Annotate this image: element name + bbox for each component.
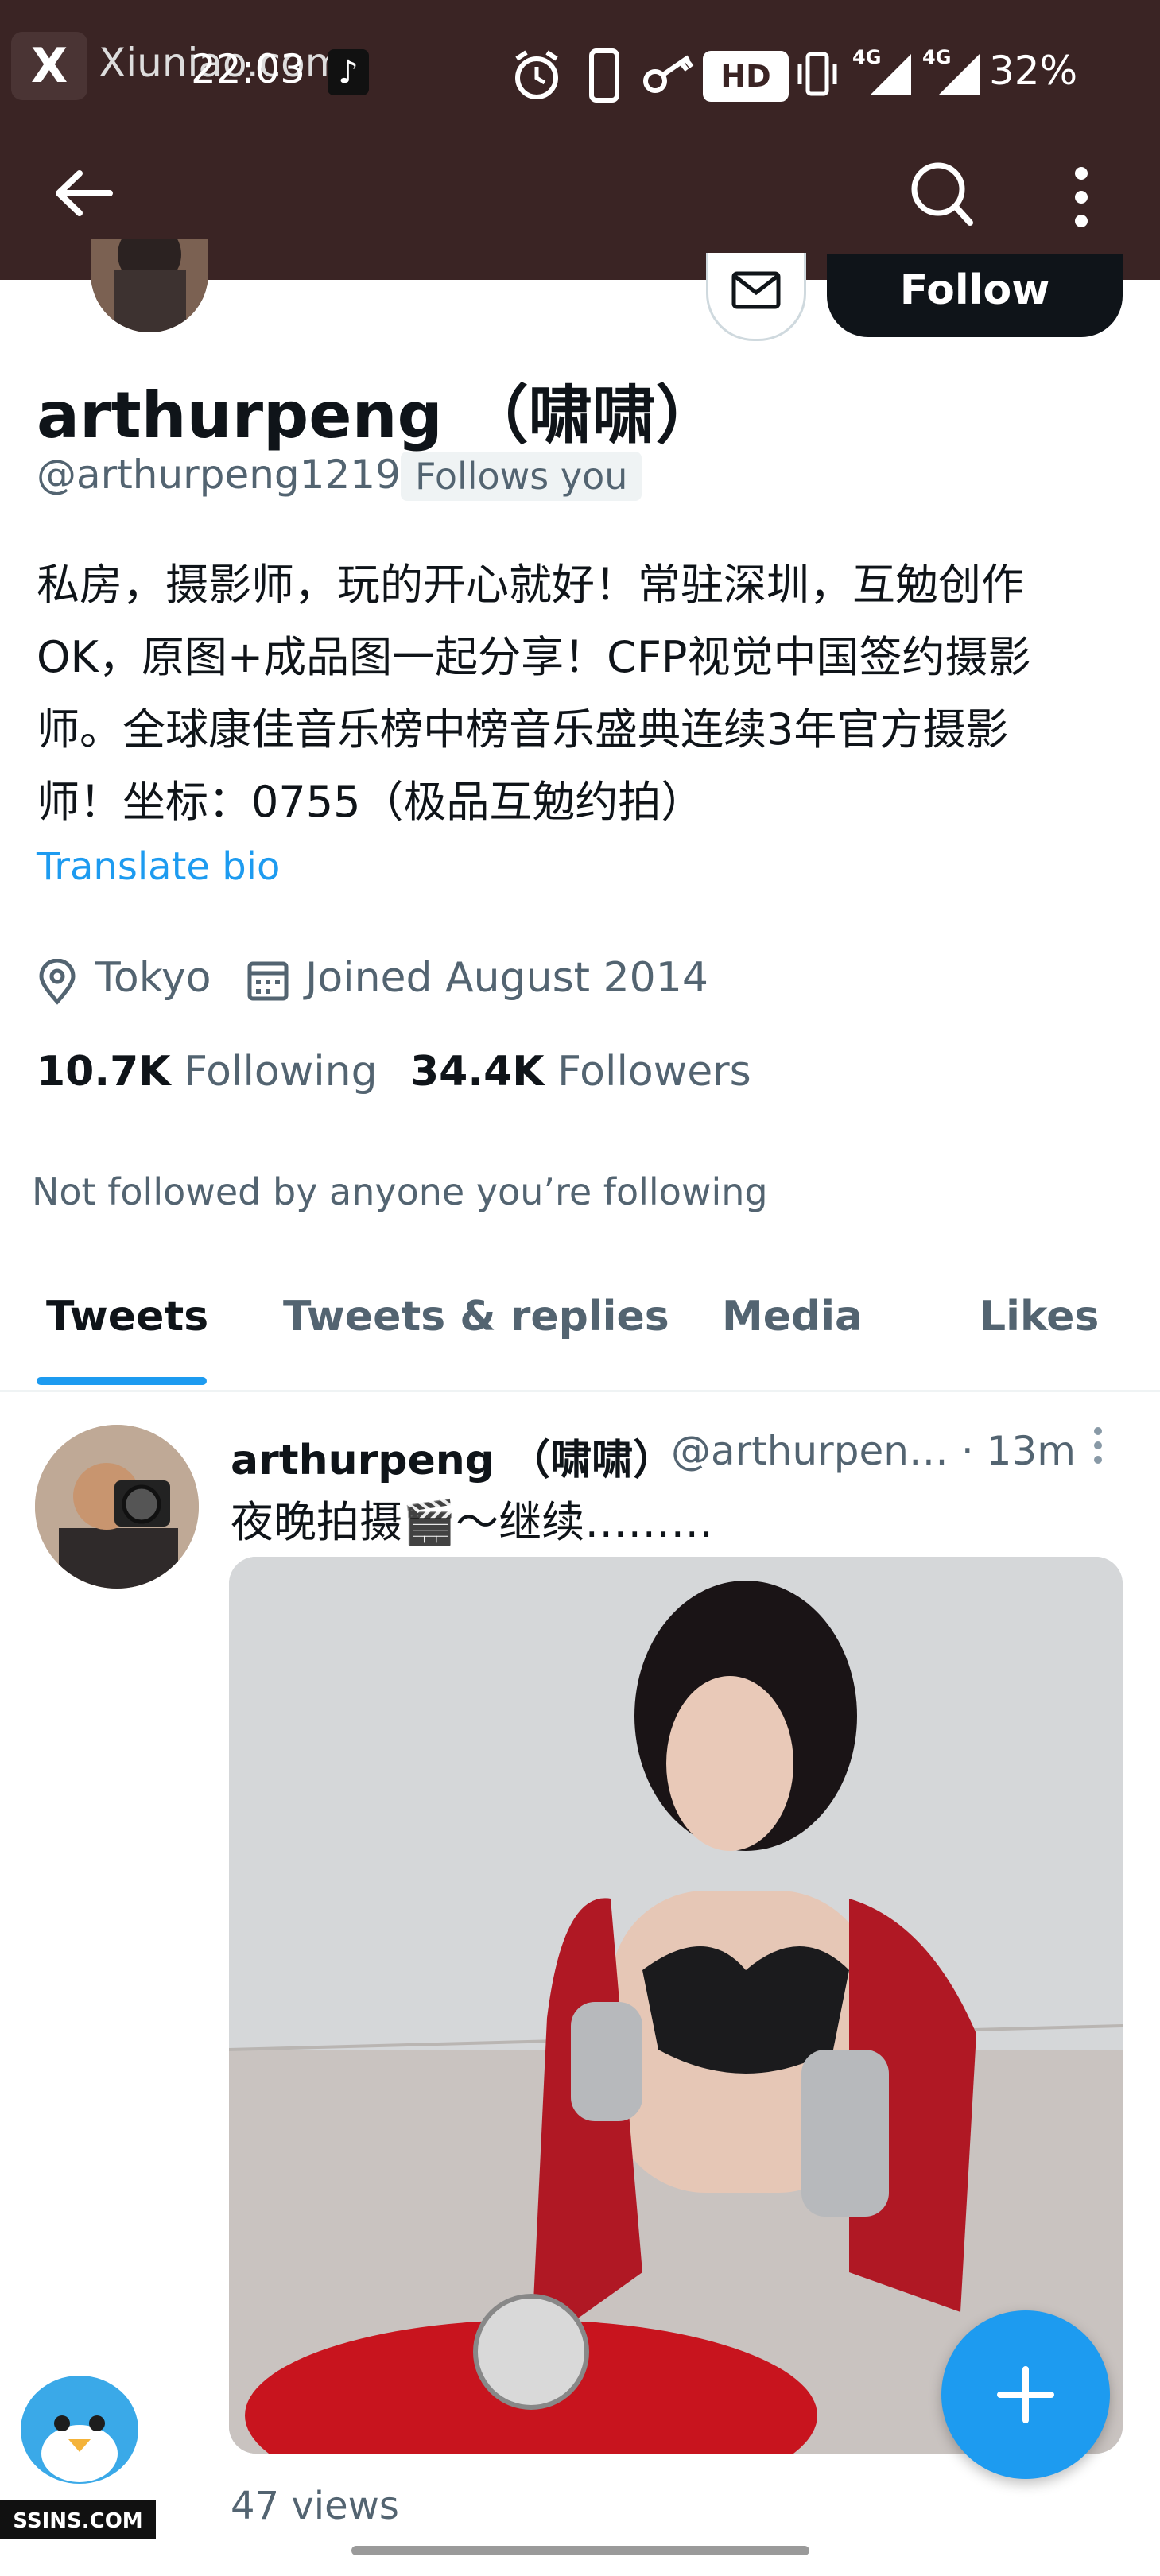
tweet-avatar[interactable]	[35, 1425, 199, 1589]
status-time: 22:03	[191, 46, 306, 92]
bio-line: OK，原图+成品图一起分享！CFP视觉中国签约摄影	[37, 632, 1031, 682]
home-indicator[interactable]	[351, 2546, 809, 2555]
phone-icon	[589, 48, 619, 103]
envelope-icon	[731, 271, 781, 309]
x-logo-icon: X	[11, 32, 87, 100]
bio-line: 师！坐标：0755（极品互勉约拍）	[37, 777, 704, 827]
followers-count-link[interactable]: 34.4K Followers	[410, 1048, 751, 1096]
tweet-views: 47 views	[231, 2484, 399, 2528]
profile-display-name: arthurpeng （啸啸）	[37, 378, 720, 452]
message-button[interactable]	[706, 253, 806, 341]
translate-bio-link[interactable]: Translate bio	[37, 844, 280, 889]
profile-bio: 私房，摄影师，玩的开心就好！常驻深圳，互勉创作 OK，原图+成品图一起分享！CF…	[37, 549, 1118, 838]
following-label: Following	[184, 1048, 378, 1096]
profile-handle: @arthurpeng1219	[37, 452, 401, 498]
signal-icon-2	[938, 54, 980, 95]
more-vertical-icon[interactable]	[1065, 162, 1097, 234]
alarm-icon	[515, 50, 558, 99]
vibrate-icon	[797, 52, 837, 96]
hd-badge: HD	[703, 51, 789, 102]
tab-likes[interactable]: Likes	[980, 1293, 1099, 1340]
not-followed-note: Not followed by anyone you’re following	[32, 1170, 768, 1213]
tab-media[interactable]: Media	[722, 1293, 863, 1340]
search-icon[interactable]	[908, 157, 975, 229]
following-count-link[interactable]: 10.7K Following	[37, 1048, 378, 1096]
bio-line: 师。全球康佳音乐榜中榜音乐盛典连续3年官方摄影	[37, 704, 1009, 755]
following-count: 10.7K	[37, 1048, 171, 1096]
followers-count: 34.4K	[410, 1048, 545, 1096]
tweet-more-icon[interactable]	[1086, 1425, 1110, 1472]
tiktok-icon: ♪	[328, 49, 369, 95]
profile-avatar[interactable]	[91, 239, 208, 332]
calendar-icon	[247, 961, 289, 1001]
compose-tweet-button[interactable]	[941, 2310, 1110, 2479]
battery-percent: 32%	[989, 48, 1078, 94]
back-arrow-icon[interactable]	[52, 165, 116, 221]
bio-line: 私房，摄影师，玩的开心就好！常驻深圳，互勉创作	[37, 560, 1024, 610]
signal-icon	[870, 54, 911, 95]
key-icon	[643, 55, 694, 93]
divider	[0, 1390, 1160, 1392]
tweet-text: 夜晚拍摄🎬～继续………	[231, 1497, 714, 1547]
follow-button[interactable]: Follow	[827, 254, 1123, 337]
watermark-bottom-text: SSINS.COM	[13, 2509, 143, 2533]
location-pin-icon	[39, 959, 76, 1005]
followers-label: Followers	[557, 1048, 751, 1096]
plus-icon	[997, 2366, 1054, 2423]
profile-location: Tokyo	[95, 954, 211, 1002]
tab-tweets[interactable]: Tweets	[46, 1293, 208, 1340]
profile-joined: Joined August 2014	[305, 954, 708, 1002]
tweet-meta: @arthurpen… · 13m	[671, 1428, 1076, 1474]
tweet-author-name[interactable]: arthurpeng （啸啸）	[231, 1426, 674, 1486]
active-tab-indicator	[37, 1377, 207, 1385]
tab-tweets-replies[interactable]: Tweets & replies	[283, 1293, 669, 1340]
follows-you-badge: Follows you	[401, 452, 642, 501]
watermark-mascot: SSINS.COM	[0, 2358, 156, 2539]
